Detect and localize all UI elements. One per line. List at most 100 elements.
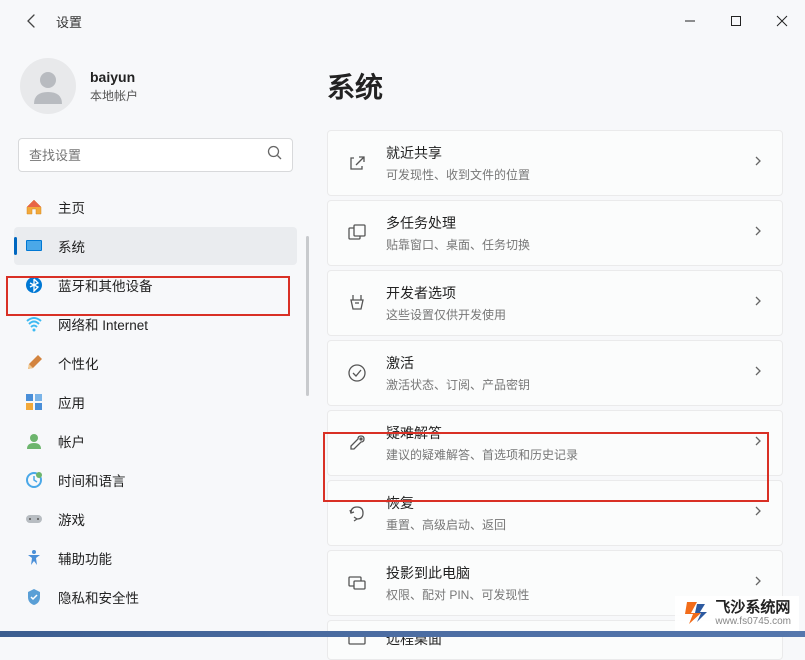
project-icon <box>346 572 368 594</box>
avatar-icon <box>28 66 68 106</box>
profile-section[interactable]: baiyun 本地帐户 <box>14 42 297 134</box>
card-title: 就近共享 <box>386 143 752 163</box>
nav-item-personalization[interactable]: 个性化 <box>14 344 297 382</box>
privacy-icon <box>24 587 44 607</box>
nav-item-apps[interactable]: 应用 <box>14 383 297 421</box>
main-pane: 系统 就近共享 可发现性、收到文件的位置 多任务处理 贴靠窗口、桌面、任务切换 <box>305 42 805 637</box>
nav-item-accessibility[interactable]: 辅助功能 <box>14 539 297 577</box>
nav-item-accounts[interactable]: 帐户 <box>14 422 297 460</box>
nav-item-system[interactable]: 系统 <box>14 227 297 265</box>
nav-item-network[interactable]: 网络和 Internet <box>14 305 297 343</box>
time-icon <box>24 470 44 490</box>
nav-item-time[interactable]: 时间和语言 <box>14 461 297 499</box>
accessibility-icon <box>24 548 44 568</box>
nav-label: 游戏 <box>58 509 85 529</box>
avatar <box>20 58 76 114</box>
card-text: 多任务处理 贴靠窗口、桌面、任务切换 <box>386 213 752 253</box>
card-text: 恢复 重置、高级启动、返回 <box>386 493 752 533</box>
card-multitasking[interactable]: 多任务处理 贴靠窗口、桌面、任务切换 <box>327 200 783 266</box>
card-recovery[interactable]: 恢复 重置、高级启动、返回 <box>327 480 783 546</box>
taskbar-edge <box>0 631 805 637</box>
bluetooth-icon <box>24 275 44 295</box>
nav-label: 时间和语言 <box>58 470 126 490</box>
nav-item-gaming[interactable]: 游戏 <box>14 500 297 538</box>
chevron-right-icon <box>752 224 764 242</box>
sidebar: baiyun 本地帐户 主页 系统 蓝牙和其他设备 <box>0 42 305 637</box>
maximize-button[interactable] <box>713 0 759 42</box>
recovery-icon <box>346 502 368 524</box>
card-sub: 重置、高级启动、返回 <box>386 516 752 533</box>
chevron-right-icon <box>752 154 764 172</box>
card-sub: 激活状态、订阅、产品密钥 <box>386 376 752 393</box>
profile-text: baiyun 本地帐户 <box>90 69 138 104</box>
nav-label: 主页 <box>58 197 85 217</box>
troubleshoot-icon <box>346 432 368 454</box>
gaming-icon <box>24 509 44 529</box>
watermark-title: 飞沙系统网 <box>715 600 791 617</box>
chevron-right-icon <box>752 294 764 312</box>
nav-label: 蓝牙和其他设备 <box>58 275 153 295</box>
card-title: 恢复 <box>386 493 752 513</box>
card-sub: 贴靠窗口、桌面、任务切换 <box>386 236 752 253</box>
card-sub: 可发现性、收到文件的位置 <box>386 166 752 183</box>
window-controls <box>667 0 805 42</box>
profile-sub: 本地帐户 <box>90 87 138 104</box>
minimize-button[interactable] <box>667 0 713 42</box>
minimize-icon <box>684 15 696 27</box>
card-title: 激活 <box>386 353 752 373</box>
search-icon <box>267 145 282 165</box>
home-icon <box>24 197 44 217</box>
card-activation[interactable]: 激活 激活状态、订阅、产品密钥 <box>327 340 783 406</box>
nav-label: 隐私和安全性 <box>58 587 139 607</box>
card-title: 疑难解答 <box>386 423 752 443</box>
system-icon <box>24 236 44 256</box>
card-text: 疑难解答 建议的疑难解答、首选项和历史记录 <box>386 423 752 463</box>
card-text: 就近共享 可发现性、收到文件的位置 <box>386 143 752 183</box>
chevron-right-icon <box>752 574 764 592</box>
card-nearby-share[interactable]: 就近共享 可发现性、收到文件的位置 <box>327 130 783 196</box>
search-input[interactable] <box>29 148 267 163</box>
watermark: 飞沙系统网 www.fs0745.com <box>675 596 799 632</box>
close-icon <box>776 15 788 27</box>
card-title: 多任务处理 <box>386 213 752 233</box>
chevron-right-icon <box>752 364 764 382</box>
chevron-right-icon <box>752 504 764 522</box>
nav-label: 辅助功能 <box>58 548 112 568</box>
card-sub: 这些设置仅供开发使用 <box>386 306 752 323</box>
apps-icon <box>24 392 44 412</box>
card-title: 开发者选项 <box>386 283 752 303</box>
nav-list: 主页 系统 蓝牙和其他设备 网络和 Internet 个性化 应用 <box>14 188 297 616</box>
card-developer[interactable]: 开发者选项 这些设置仅供开发使用 <box>327 270 783 336</box>
chevron-right-icon <box>752 434 764 452</box>
settings-list: 就近共享 可发现性、收到文件的位置 多任务处理 贴靠窗口、桌面、任务切换 开发者… <box>327 130 783 660</box>
search-box[interactable] <box>18 138 293 172</box>
personalization-icon <box>24 353 44 373</box>
nav-label: 网络和 Internet <box>58 314 148 334</box>
page-title: 系统 <box>327 66 783 106</box>
developer-icon <box>346 292 368 314</box>
network-icon <box>24 314 44 334</box>
close-button[interactable] <box>759 0 805 42</box>
back-button[interactable] <box>20 9 44 33</box>
nav-item-home[interactable]: 主页 <box>14 188 297 226</box>
nav-label: 应用 <box>58 392 85 412</box>
card-sub: 建议的疑难解答、首选项和历史记录 <box>386 446 752 463</box>
watermark-logo-icon <box>683 600 709 626</box>
watermark-url: www.fs0745.com <box>715 616 791 627</box>
arrow-left-icon <box>24 13 40 29</box>
maximize-icon <box>730 15 742 27</box>
activation-icon <box>346 362 368 384</box>
accounts-icon <box>24 431 44 451</box>
nav-item-privacy[interactable]: 隐私和安全性 <box>14 578 297 616</box>
nav-item-bluetooth[interactable]: 蓝牙和其他设备 <box>14 266 297 304</box>
nav-label: 帐户 <box>58 431 85 451</box>
card-text: 激活 激活状态、订阅、产品密钥 <box>386 353 752 393</box>
window-title: 设置 <box>56 12 82 31</box>
card-title: 投影到此电脑 <box>386 563 752 583</box>
window-header: 设置 <box>0 0 805 42</box>
nav-label: 系统 <box>58 236 85 256</box>
watermark-text: 飞沙系统网 www.fs0745.com <box>715 600 791 628</box>
multitask-icon <box>346 222 368 244</box>
share-icon <box>346 152 368 174</box>
card-troubleshoot[interactable]: 疑难解答 建议的疑难解答、首选项和历史记录 <box>327 410 783 476</box>
